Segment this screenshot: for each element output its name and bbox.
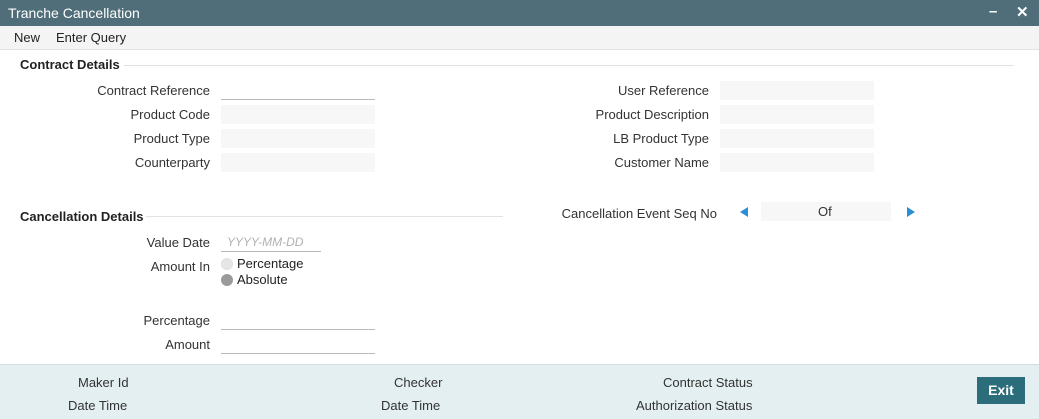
amount-in-label: Amount In xyxy=(150,259,210,274)
lb-product-type-label: LB Product Type xyxy=(613,131,709,146)
triangle-right-icon[interactable] xyxy=(907,207,915,217)
authorization-status-label: Authorization Status xyxy=(636,398,753,413)
window-title: Tranche Cancellation xyxy=(8,5,140,21)
new-menu-item[interactable]: New xyxy=(14,30,40,45)
contract-details-heading: Contract Details xyxy=(20,57,120,72)
minimize-icon[interactable]: – xyxy=(989,3,997,20)
percentage-radio[interactable] xyxy=(221,258,233,270)
checker-date-time-label: Date Time xyxy=(381,398,441,413)
contract-reference-input[interactable] xyxy=(221,81,375,100)
contract-reference-label: Contract Reference xyxy=(97,83,210,98)
close-icon[interactable]: ✕ xyxy=(1016,3,1029,21)
percentage-label: Percentage xyxy=(143,313,211,328)
amount-label: Amount xyxy=(165,337,210,352)
absolute-radio-label: Absolute xyxy=(237,272,288,287)
triangle-left-icon[interactable] xyxy=(740,207,748,217)
counterparty-field xyxy=(221,153,375,172)
maker-id-label: Maker Id xyxy=(78,375,129,390)
menu-bar: New Enter Query xyxy=(0,26,1039,50)
maker-date-time-label: Date Time xyxy=(68,398,128,413)
product-code-label: Product Code xyxy=(130,107,211,122)
user-reference-field xyxy=(720,81,874,100)
value-date-label: Value Date xyxy=(146,235,210,250)
exit-button[interactable]: Exit xyxy=(977,377,1025,404)
absolute-radio[interactable] xyxy=(221,274,233,286)
amount-input[interactable] xyxy=(221,335,375,354)
product-code-field xyxy=(221,105,375,124)
customer-name-field xyxy=(720,153,874,172)
title-bar: Tranche Cancellation – ✕ xyxy=(0,0,1039,26)
lb-product-type-field xyxy=(720,129,874,148)
product-description-label: Product Description xyxy=(595,107,709,122)
product-description-field xyxy=(720,105,874,124)
value-date-placeholder: YYYY-MM-DD xyxy=(227,235,304,249)
percentage-input[interactable] xyxy=(221,311,375,330)
contract-details-divider xyxy=(124,65,1014,66)
cancellation-event-seq-label: Cancellation Event Seq No xyxy=(561,206,717,221)
footer-panel: Maker Id Date Time Checker Date Time Con… xyxy=(0,364,1039,419)
contract-status-label: Contract Status xyxy=(663,375,753,390)
percentage-radio-label: Percentage xyxy=(237,256,304,271)
product-type-field xyxy=(221,129,375,148)
counterparty-label: Counterparty xyxy=(134,155,210,170)
user-reference-label: User Reference xyxy=(617,83,709,98)
customer-name-label: Customer Name xyxy=(614,155,709,170)
checker-label: Checker xyxy=(394,375,443,390)
enter-query-menu-item[interactable]: Enter Query xyxy=(56,30,126,45)
cancellation-details-divider xyxy=(146,216,503,217)
of-label: Of xyxy=(818,204,832,219)
cancellation-details-heading: Cancellation Details xyxy=(20,209,144,224)
product-type-label: Product Type xyxy=(133,131,210,146)
